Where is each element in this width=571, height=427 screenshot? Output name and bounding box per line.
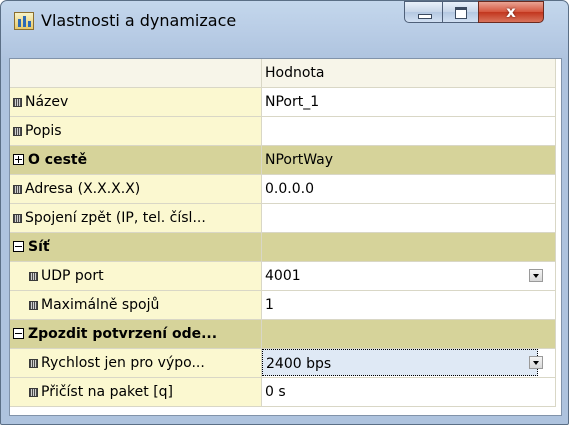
category-row-zpozdit[interactable]: Zpozdit potvrzení ode... <box>10 320 556 349</box>
property-name: Název <box>25 94 69 110</box>
category-name: Zpozdit potvrzení ode... <box>28 326 218 342</box>
speed-select[interactable]: 2400 bps <box>262 349 538 376</box>
property-value-cell[interactable] <box>262 204 556 233</box>
category-value-cell[interactable] <box>262 233 556 262</box>
grid-header-row: Hodnota <box>10 59 556 88</box>
header-value-cell: Hodnota <box>262 59 556 88</box>
property-value-cell[interactable]: 1 <box>262 291 556 320</box>
property-icon <box>29 388 38 397</box>
property-grid-panel: Hodnota Název NPort_1 Popis O cestě NPor… <box>9 58 562 416</box>
property-name-cell[interactable]: UDP port <box>10 262 262 291</box>
property-row-pricist[interactable]: Přičíst na paket [q] 0 s <box>10 378 556 407</box>
collapse-minus-icon[interactable] <box>13 328 24 339</box>
property-row-spojeni-zpet[interactable]: Spojení zpět (IP, tel. čísl... <box>10 204 556 233</box>
dropdown-arrow-icon[interactable] <box>529 356 543 369</box>
property-row-adresa[interactable]: Adresa (X.X.X.X) 0.0.0.0 <box>10 175 556 204</box>
property-name-cell[interactable]: Název <box>10 88 262 117</box>
category-name-cell[interactable]: Síť <box>10 233 262 262</box>
property-name-cell[interactable]: Spojení zpět (IP, tel. čísl... <box>10 204 262 233</box>
property-name-cell[interactable]: Přičíst na paket [q] <box>10 378 262 407</box>
properties-window: Vlastnosti a dynamizace x Hodnota Název … <box>0 0 569 425</box>
property-icon <box>29 301 38 310</box>
expand-plus-icon[interactable] <box>13 154 24 165</box>
category-row-o-ceste[interactable]: O cestě NPortWay <box>10 146 556 175</box>
property-name: Maximálně spojů <box>41 297 160 313</box>
category-name: O cestě <box>28 152 88 168</box>
property-value-cell[interactable]: NPort_1 <box>262 88 556 117</box>
property-value-cell[interactable] <box>262 117 556 146</box>
category-value-cell[interactable]: NPortWay <box>262 146 556 175</box>
category-name: Síť <box>28 239 50 255</box>
minimize-icon <box>418 14 432 19</box>
property-row-udp-port[interactable]: UDP port 4001 <box>10 262 556 291</box>
property-value-cell[interactable]: 4001 <box>262 262 556 291</box>
dropdown-arrow-icon[interactable] <box>529 269 543 282</box>
property-name: Rychlost jen pro výpo... <box>41 355 205 371</box>
property-name-cell[interactable]: Maximálně spojů <box>10 291 262 320</box>
property-row-max-spoju[interactable]: Maximálně spojů 1 <box>10 291 556 320</box>
category-value-cell[interactable] <box>262 320 556 349</box>
property-icon <box>13 185 22 194</box>
collapse-minus-icon[interactable] <box>13 241 24 252</box>
property-icon <box>13 98 22 107</box>
maximize-icon <box>455 7 467 19</box>
property-row-nazev[interactable]: Název NPort_1 <box>10 88 556 117</box>
property-value-cell[interactable]: 0.0.0.0 <box>262 175 556 204</box>
property-name: UDP port <box>41 268 104 284</box>
property-name: Popis <box>25 123 62 139</box>
selected-speed-value: 2400 bps <box>266 356 332 372</box>
category-name-cell[interactable]: O cestě <box>10 146 262 175</box>
property-value: 4001 <box>265 268 301 284</box>
category-name-cell[interactable]: Zpozdit potvrzení ode... <box>10 320 262 349</box>
property-icon <box>13 127 22 136</box>
property-icon <box>29 359 38 368</box>
minimize-button[interactable] <box>404 1 443 23</box>
property-value-cell[interactable]: 2400 bps <box>262 349 556 378</box>
title-bar[interactable]: Vlastnosti a dynamizace x <box>1 1 568 49</box>
property-icon <box>29 272 38 281</box>
property-row-rychlost[interactable]: Rychlost jen pro výpo... 2400 bps <box>10 349 556 378</box>
header-name-cell <box>10 59 262 88</box>
property-name-cell[interactable]: Rychlost jen pro výpo... <box>10 349 262 378</box>
property-icon <box>13 214 22 223</box>
property-name-cell[interactable]: Popis <box>10 117 262 146</box>
window-title: Vlastnosti a dynamizace <box>41 11 237 30</box>
property-name: Adresa (X.X.X.X) <box>25 181 141 197</box>
category-row-sit[interactable]: Síť <box>10 233 556 262</box>
property-name-cell[interactable]: Adresa (X.X.X.X) <box>10 175 262 204</box>
property-value-cell[interactable]: 0 s <box>262 378 556 407</box>
property-name: Přičíst na paket [q] <box>41 384 174 400</box>
maximize-button[interactable] <box>442 1 479 23</box>
property-name: Spojení zpět (IP, tel. čísl... <box>25 210 206 226</box>
close-button[interactable]: x <box>478 1 544 23</box>
close-icon: x <box>506 3 516 21</box>
app-chart-icon <box>14 12 34 30</box>
property-row-popis[interactable]: Popis <box>10 117 556 146</box>
